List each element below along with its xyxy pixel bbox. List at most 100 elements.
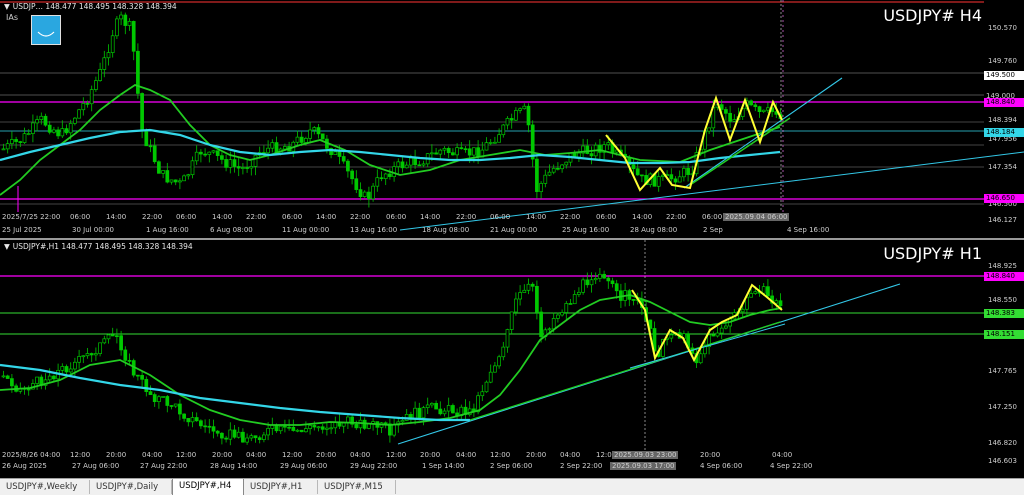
h4-time-label: 1 Aug 16:00 [146, 226, 189, 234]
h4-candle [404, 164, 409, 169]
h1-hour-label: 20:00 [420, 451, 441, 459]
h1-candle [190, 417, 195, 423]
h4-candle [333, 151, 338, 155]
tab-usdjpy-m15[interactable]: USDJPY#,M15 [318, 480, 396, 494]
h1-candle [81, 355, 86, 358]
h1-price-label-green: 148.383 [984, 309, 1024, 318]
h1-candle [60, 366, 65, 371]
h1-candle [52, 375, 56, 380]
h4-hour-label: 22:00 [666, 213, 687, 221]
h1-candle [291, 426, 296, 431]
h4-candle [98, 69, 102, 81]
chart-pane-h1[interactable]: ▼ USDJPY#,H1 148.477 148.495 148.328 148.… [0, 240, 1024, 473]
h4-candle [253, 154, 258, 167]
h4-candle [459, 147, 464, 150]
h4-candle [430, 152, 434, 155]
h4-candle [707, 127, 711, 132]
h4-chart-canvas[interactable] [0, 0, 1024, 238]
h1-candle [144, 378, 149, 392]
h4-candle [350, 170, 354, 180]
tab-usdjpy-daily[interactable]: USDJPY#,Daily [90, 480, 172, 494]
h1-crosshair-hour: 2025.09.03 23:00 [612, 451, 679, 459]
h4-candle [5, 143, 10, 150]
h4-candle [52, 129, 56, 133]
h1-candle [207, 425, 212, 428]
h4-candle [64, 128, 69, 134]
h1-candle [102, 338, 107, 344]
h4-candle [56, 129, 60, 137]
h4-candle [446, 147, 451, 154]
tab-usdjpy-weekly[interactable]: USDJPY#,Weekly [0, 480, 90, 494]
h4-candle [337, 151, 342, 157]
h4-candle [60, 128, 65, 137]
h1-symbol-title: USDJPY# H1 [883, 244, 982, 263]
h4-candle [757, 106, 762, 113]
h4-candle [249, 166, 254, 169]
h4-candle [669, 174, 674, 180]
h4-candle [220, 155, 224, 160]
h4-candle [173, 179, 178, 183]
h4-candle [467, 148, 472, 156]
chart-pane-h4[interactable]: ▼ USDJP… 148.477 148.495 148.328 148.394 … [0, 0, 1024, 238]
h4-candle [556, 167, 560, 170]
h1-candle [98, 342, 102, 354]
h4-candle [110, 35, 115, 53]
h4-candle [144, 130, 149, 147]
h1-candle [564, 303, 569, 313]
h4-candle [123, 14, 128, 26]
h1-candle [778, 300, 783, 307]
h4-candle [81, 103, 86, 111]
h1-candle [585, 279, 590, 286]
h1-candle [749, 293, 753, 298]
h1-time-label: 2 Sep 22:00 [560, 462, 603, 470]
h1-price-tick: 147.250 [988, 403, 1017, 411]
h1-candle [719, 327, 724, 334]
h1-candle [560, 312, 564, 316]
h1-time-label: 29 Aug 06:00 [280, 462, 328, 470]
h4-price-label-white: 149.500 [984, 71, 1024, 80]
h1-candle [47, 375, 52, 381]
h4-candle [299, 136, 304, 143]
h4-candle [22, 133, 27, 143]
h4-candle [451, 152, 455, 156]
tab-usdjpy-h4[interactable]: USDJPY#,H4 [172, 479, 244, 495]
h4-hour-label: 14:00 [632, 213, 653, 221]
h4-candle [354, 178, 359, 190]
h1-candle [94, 353, 98, 356]
h4-candle [102, 57, 107, 70]
h4-candle [560, 164, 564, 170]
h4-candle [732, 119, 737, 122]
h4-candle [476, 147, 480, 158]
h1-candle [85, 353, 90, 357]
h1-candle [501, 346, 506, 358]
h1-candle [220, 432, 224, 439]
h1-time-label: 27 Aug 22:00 [140, 462, 188, 470]
h4-candle [728, 112, 732, 122]
h1-candle [505, 329, 510, 348]
indicator-label: IAs [6, 13, 18, 22]
indicator-smile-icon[interactable] [31, 15, 61, 45]
h4-candle [417, 164, 422, 167]
h1-hour-label: 12:00 [70, 451, 91, 459]
h1-candle [203, 425, 207, 428]
tab-usdjpy-h1[interactable]: USDJPY#,H1 [244, 480, 318, 494]
h1-candle [278, 425, 283, 432]
h4-time-label: 21 Aug 00:00 [490, 226, 538, 234]
h1-candle [493, 365, 497, 373]
h4-price-label-cyan: 148.184 [984, 128, 1024, 137]
h4-candle [577, 152, 581, 158]
h4-symbol-title: USDJPY# H4 [883, 6, 982, 25]
collapse-triangle-icon[interactable]: ▼ [4, 242, 10, 251]
h1-ohlc-readout: ▼ USDJPY#,H1 148.477 148.495 148.328 148.… [4, 242, 193, 251]
h1-candle [106, 334, 111, 340]
h4-candle [157, 161, 161, 174]
h1-hour-label: 04:00 [142, 451, 163, 459]
collapse-triangle-icon[interactable]: ▼ [4, 2, 10, 11]
h1-candle [572, 294, 577, 305]
h4-time-label: 6 Aug 08:00 [210, 226, 253, 234]
h4-candle [358, 189, 363, 197]
h1-candle [127, 360, 132, 362]
h1-candle [115, 335, 119, 338]
h1-candle [199, 420, 203, 427]
h1-chart-canvas[interactable] [0, 240, 1024, 473]
